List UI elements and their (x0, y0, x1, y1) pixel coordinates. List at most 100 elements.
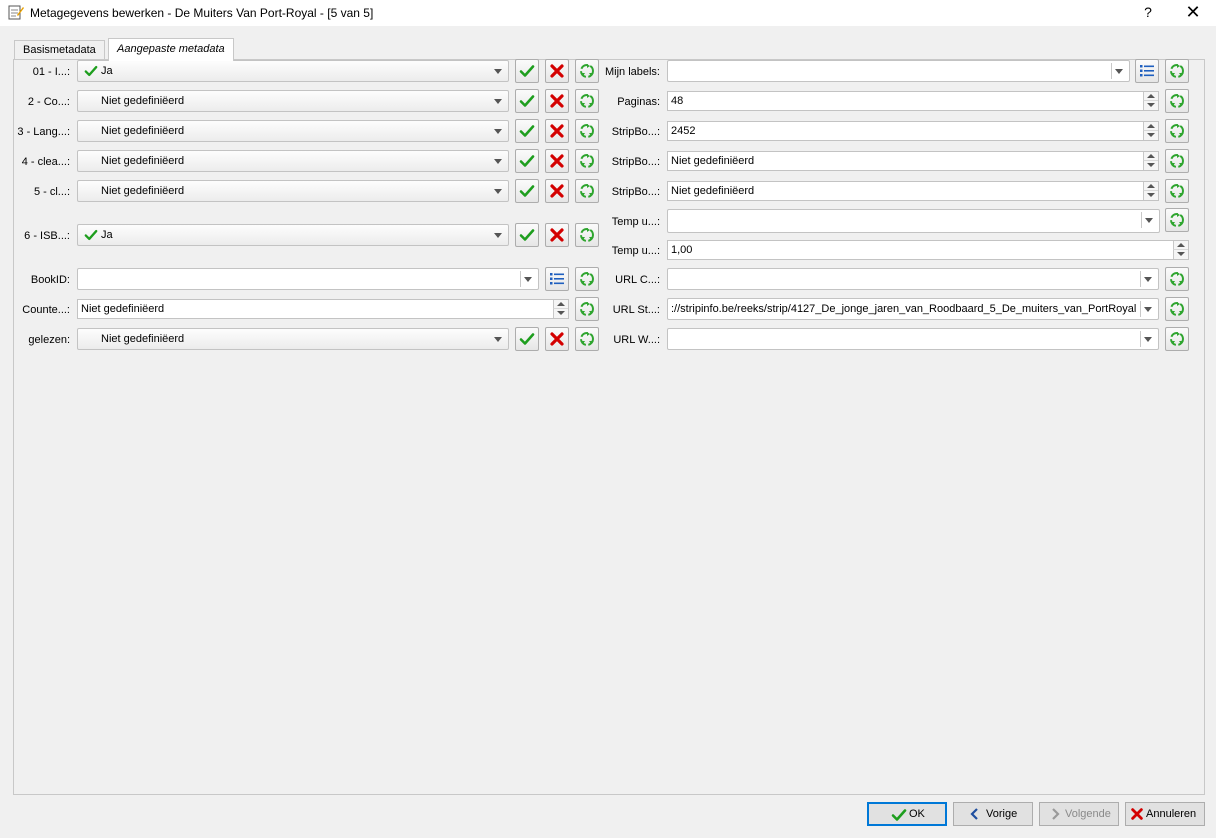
gelezen-set-yes-button[interactable] (515, 327, 539, 351)
field-05-set-yes-button[interactable] (515, 179, 539, 203)
combo-separator (1140, 331, 1141, 347)
field-01-combo[interactable]: Ja (77, 60, 509, 82)
field-02-combo[interactable]: Niet gedefiniëerd (77, 90, 509, 112)
gelezen-undo-button[interactable] (575, 327, 599, 351)
field-06-value: Ja (101, 229, 113, 241)
mijn-labels-undo-button[interactable] (1165, 59, 1189, 83)
url-w-undo-button[interactable] (1165, 327, 1189, 351)
field-06-combo[interactable]: Ja (77, 224, 509, 246)
chevron-up-icon (1147, 94, 1155, 98)
window-title: Metagegevens bewerken - De Muiters Van P… (30, 6, 374, 20)
field-04-set-yes-button[interactable] (515, 149, 539, 173)
mijn-labels-list-button[interactable] (1135, 59, 1159, 83)
field-label-paginas: Paginas: (617, 96, 660, 108)
stripbo-1-spinbox[interactable]: 2452 (667, 121, 1159, 141)
bookid-undo-button[interactable] (575, 267, 599, 291)
field-04-undo-button[interactable] (575, 149, 599, 173)
spin-down-button[interactable] (1143, 190, 1158, 200)
next-button[interactable]: Volgende (1039, 802, 1119, 826)
help-button[interactable]: ? (1130, 0, 1166, 26)
chevron-left-icon (970, 808, 978, 820)
chevron-up-icon (1177, 243, 1185, 247)
close-window-button[interactable]: ✕ (1170, 0, 1216, 26)
field-05-combo[interactable]: Niet gedefiniëerd (77, 180, 509, 202)
field-05-set-no-button[interactable] (545, 179, 569, 203)
stripbo-2-undo-button[interactable] (1165, 149, 1189, 173)
field-03-set-yes-button[interactable] (515, 119, 539, 143)
recycle-icon (579, 93, 595, 109)
recycle-icon (579, 183, 595, 199)
field-03-undo-button[interactable] (575, 119, 599, 143)
field-03-combo[interactable]: Niet gedefiniëerd (77, 120, 509, 142)
stripbo-3-undo-button[interactable] (1165, 179, 1189, 203)
field-02-set-no-button[interactable] (545, 89, 569, 113)
spin-down-button[interactable] (1143, 100, 1158, 110)
field-02-undo-button[interactable] (575, 89, 599, 113)
bookid-list-button[interactable] (545, 267, 569, 291)
bookid-combo[interactable] (77, 268, 539, 290)
spin-down-button[interactable] (1143, 160, 1158, 170)
temp-u-1-combo[interactable] (667, 209, 1160, 233)
recycle-icon (579, 271, 595, 287)
dropdown-arrow-icon (1145, 218, 1153, 223)
url-c-combo[interactable] (667, 268, 1159, 290)
gelezen-combo[interactable]: Niet gedefiniëerd (77, 328, 509, 350)
field-04-value: Niet gedefiniëerd (101, 155, 185, 167)
checkmark-icon (519, 331, 535, 347)
cancel-button[interactable]: Annuleren (1125, 802, 1205, 826)
url-w-combo[interactable] (667, 328, 1159, 350)
field-label-stripbo-1: StripBo...: (611, 126, 660, 138)
checkmark-icon (519, 153, 535, 169)
field-06-set-yes-button[interactable] (515, 223, 539, 247)
field-06-undo-button[interactable] (575, 223, 599, 247)
dropdown-arrow-icon (494, 189, 502, 194)
counter-value: Niet gedefiniëerd (81, 303, 165, 315)
field-01-undo-button[interactable] (575, 59, 599, 83)
field-01-set-no-button[interactable] (545, 59, 569, 83)
tab-aangepaste-metadata[interactable]: Aangepaste metadata (108, 38, 234, 61)
field-01-value: Ja (101, 65, 113, 77)
previous-button[interactable]: Vorige (953, 802, 1033, 826)
recycle-icon (1169, 212, 1185, 228)
stripbo-1-undo-button[interactable] (1165, 119, 1189, 143)
stripbo-2-spinbox[interactable]: Niet gedefiniëerd (667, 151, 1159, 171)
dropdown-arrow-icon (1144, 337, 1152, 342)
spin-down-button[interactable] (1173, 249, 1188, 259)
cross-icon (549, 183, 565, 199)
field-label-url-w: URL W...: (613, 334, 660, 346)
recycle-icon (1169, 63, 1185, 79)
chevron-right-icon (1052, 808, 1060, 820)
recycle-icon (1169, 183, 1185, 199)
url-c-undo-button[interactable] (1165, 267, 1189, 291)
gelezen-set-no-button[interactable] (545, 327, 569, 351)
dropdown-arrow-icon (1144, 307, 1152, 312)
mijn-labels-combo[interactable] (667, 60, 1130, 82)
field-04-set-no-button[interactable] (545, 149, 569, 173)
ok-button[interactable]: OK (867, 802, 947, 826)
field-03-value: Niet gedefiniëerd (101, 125, 185, 137)
field-05-undo-button[interactable] (575, 179, 599, 203)
paginas-spinbox[interactable]: 48 (667, 91, 1159, 111)
field-02-set-yes-button[interactable] (515, 89, 539, 113)
counter-undo-button[interactable] (575, 297, 599, 321)
chevron-up-icon (1147, 154, 1155, 158)
chevron-up-icon (557, 302, 565, 306)
field-02-value: Niet gedefiniëerd (101, 95, 185, 107)
stripbo-3-spinbox[interactable]: Niet gedefiniëerd (667, 181, 1159, 201)
tab-basismetadata[interactable]: Basismetadata (14, 40, 105, 59)
field-03-set-no-button[interactable] (545, 119, 569, 143)
counter-spinbox[interactable]: Niet gedefiniëerd (77, 299, 569, 319)
temp-u-1-undo-button[interactable] (1165, 208, 1189, 232)
temp-u-2-spinbox[interactable]: 1,00 (667, 240, 1189, 260)
paginas-undo-button[interactable] (1165, 89, 1189, 113)
spin-down-button[interactable] (553, 308, 568, 318)
field-04-combo[interactable]: Niet gedefiniëerd (77, 150, 509, 172)
recycle-icon (1169, 271, 1185, 287)
url-st-combo[interactable]: ://stripinfo.be/reeks/strip/4127_De_jong… (667, 298, 1159, 320)
checkmark-icon (83, 228, 99, 242)
cross-icon (549, 123, 565, 139)
spin-down-button[interactable] (1143, 130, 1158, 140)
field-06-set-no-button[interactable] (545, 223, 569, 247)
field-01-set-yes-button[interactable] (515, 59, 539, 83)
url-st-undo-button[interactable] (1165, 297, 1189, 321)
